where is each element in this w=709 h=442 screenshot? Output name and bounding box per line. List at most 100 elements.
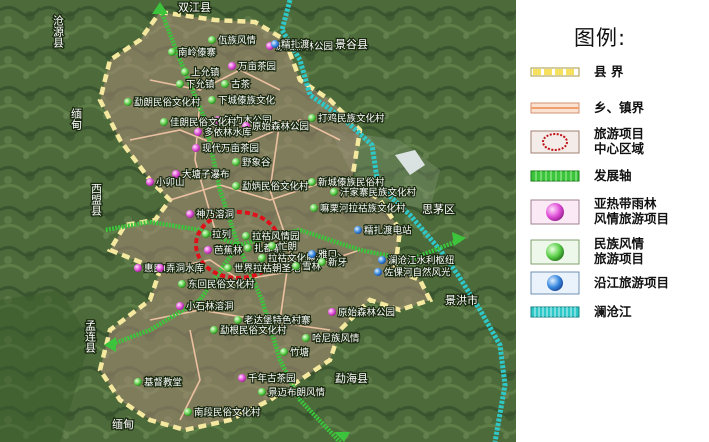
legend-label: 澜沧江 [594, 304, 632, 319]
ethnic-project-dot [202, 230, 210, 238]
legend-ethnic-project: 民族风情 旅游项目 [530, 236, 705, 270]
project-label: 忙朗 [278, 241, 297, 253]
ethnic-project-dot [160, 118, 168, 126]
project-label: 澜沧江水利枢纽 [388, 255, 455, 267]
ethnic-project-dot [208, 96, 216, 104]
county-border-icon [530, 67, 580, 77]
ethnic-project-dot [280, 348, 288, 356]
town-border-icon [530, 102, 580, 114]
project-label: 勐朗民俗文化村 [134, 97, 201, 109]
river-project-dot [308, 250, 316, 258]
project-label: 南段民俗文化村 [194, 407, 261, 419]
project-label: 基督教堂 [144, 377, 182, 389]
county-label: 勐海县 [335, 371, 368, 385]
project-label: 多依林水库 [204, 127, 252, 139]
legend-river-project: 沿江旅游项目 [530, 270, 705, 296]
project-label: 南岭傣寨 [178, 47, 217, 59]
project-label: 竹塘 [290, 347, 310, 359]
project-label: 东回民俗文化村 [188, 279, 255, 291]
rainforest-project-dot [204, 246, 212, 254]
project-label: 下城傣族文化 [218, 95, 276, 107]
project-label: 佐倮河自然风光 [384, 267, 451, 279]
ethnic-project-dot [258, 388, 266, 396]
legend-rainforest-project: 亚热带雨林 风情旅游项目 [530, 196, 705, 230]
ethnic-project-dot [308, 114, 316, 122]
legend-label: 民族风情 旅游项目 [594, 236, 645, 266]
rainforest-project-dot [228, 62, 236, 70]
river-project-dot [354, 226, 362, 234]
project-label: 佤族风情 [218, 35, 257, 47]
project-label: 大塘子瀑布 [182, 169, 230, 181]
river-project-dot [374, 268, 382, 276]
county-label: 景谷县 [335, 38, 368, 51]
ethnic-project-dot [181, 68, 189, 76]
legend-town-border: 乡、镇界 [530, 98, 705, 120]
ethnic-project-dot [168, 48, 176, 56]
rainforest-project-dot [192, 144, 200, 152]
ethnic-project-dot [134, 378, 142, 386]
ethnic-project-dot [176, 80, 184, 88]
development-axis-icon [530, 170, 580, 182]
legend-label: 旅游项目 中心区域 [594, 126, 645, 156]
project-label: 嘛栗河拉祜族文化村 [320, 203, 406, 215]
project-label: 世界拉祜朝圣地 [234, 263, 301, 275]
ethnic-project-dot [310, 204, 318, 212]
legend-label: 沿江旅游项目 [594, 275, 670, 290]
rainforest-project-dot [156, 264, 164, 272]
ethnic-project-dot [308, 178, 316, 186]
project-label: 勐炳民俗文化村 [242, 181, 309, 193]
county-label: 沧源县 [52, 14, 65, 49]
center-area-icon [530, 130, 580, 154]
ethnic-project-dot [258, 254, 266, 262]
ethnic-project-dot [210, 326, 218, 334]
ethnic-project-dot [318, 258, 326, 266]
county-label: 缅甸 [70, 107, 83, 131]
legend-county-border: 县 界 [530, 62, 705, 84]
project-label: 打鸡民族文化村 [318, 113, 385, 125]
ethnic-project-dot [224, 264, 232, 272]
rainforest-project-dot [186, 210, 194, 218]
ethnic-project-dot [124, 98, 132, 106]
county-label: 西盟县 [90, 183, 103, 217]
project-label: 万亩茶园 [238, 61, 276, 73]
ethnic-project-dot [232, 158, 240, 166]
rainforest-project-dot [176, 302, 184, 310]
county-label: 思茅区 [422, 203, 455, 216]
county-label: 孟连县 [84, 320, 97, 354]
project-label: 千年古茶园 [248, 373, 296, 385]
river-project-dot [378, 256, 386, 264]
county-label: 缅甸 [112, 417, 134, 431]
ethnic-project-dot [302, 334, 310, 342]
rainforest-project-dot [194, 128, 202, 136]
project-label: 野象谷 [242, 157, 271, 169]
project-label: 上允镇 [191, 67, 220, 79]
tourism-map: 双江县 景谷县 沧源县 缅甸 西盟县 思茅区 景洪市 孟连县 勐海县 缅甸 佤族… [0, 0, 516, 442]
legend-panel: 图例: 县 界 乡、镇界 旅游项目 中心区域 发展轴 亚热带雨林 风情旅游项目 … [516, 0, 709, 442]
ethnic-project-dot [184, 408, 192, 416]
project-label: 勐根民俗文化村 [220, 325, 287, 337]
ethnic-project-dot [221, 80, 229, 88]
pink-dot-icon [530, 199, 580, 225]
project-label: 弄洞水库 [166, 263, 205, 275]
project-label: 原始森林公园 [252, 121, 309, 133]
blue-dot-icon [530, 271, 580, 295]
project-label: 小石林溶洞 [186, 301, 234, 313]
project-label: 景迈布朗风情 [268, 387, 326, 399]
legend-label: 亚热带雨林 风情旅游项目 [594, 196, 670, 226]
project-label: 下允镇 [186, 79, 215, 91]
project-label: 古茶 [231, 79, 251, 91]
project-label: 芭蕉林 [214, 245, 243, 257]
ethnic-project-dot [208, 36, 216, 44]
legend-lancang-river: 澜沧江 [530, 302, 705, 324]
project-label: 拉列 [212, 229, 231, 241]
ethnic-project-dot [234, 316, 242, 324]
project-label: 糯扎渡电站 [364, 225, 412, 237]
ethnic-project-dot [242, 232, 250, 240]
legend-label: 乡、镇界 [594, 100, 645, 115]
ethnic-project-dot [232, 182, 240, 190]
ethnic-project-dot [268, 242, 276, 250]
ethnic-project-dot [292, 262, 300, 270]
green-dot-icon [530, 239, 580, 265]
legend-label: 县 界 [594, 64, 624, 79]
river-icon [530, 306, 580, 318]
